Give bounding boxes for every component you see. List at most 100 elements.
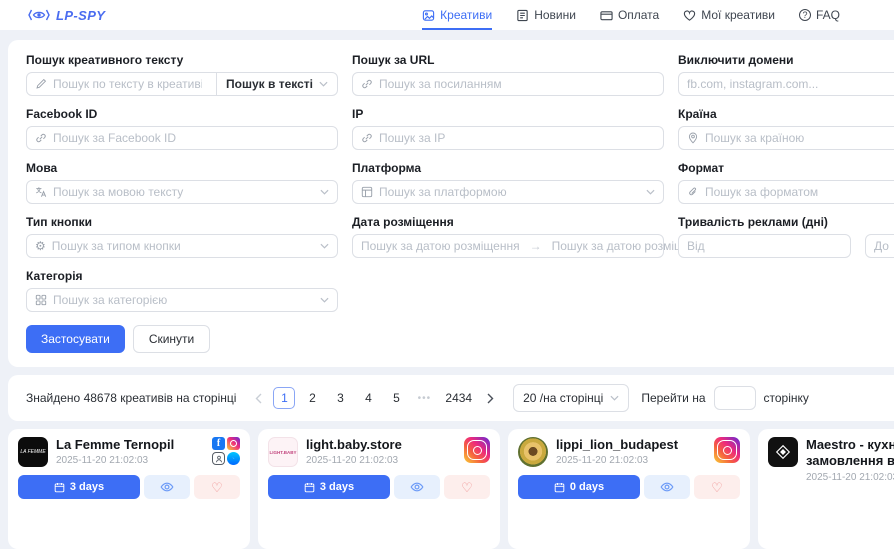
field-category: Категорія bbox=[26, 269, 338, 312]
category-input[interactable] bbox=[53, 293, 314, 307]
placement-date-range[interactable]: Пошук за датою розміщення → Пошук за дат… bbox=[352, 234, 664, 258]
heart-icon: ♡ bbox=[211, 481, 223, 494]
page-number-2434[interactable]: 2434 bbox=[441, 387, 476, 409]
views-button[interactable] bbox=[144, 475, 190, 499]
format-input[interactable] bbox=[705, 185, 894, 199]
grid-icon bbox=[35, 294, 47, 306]
days-button[interactable]: 0 days bbox=[518, 475, 640, 499]
reset-button[interactable]: Скинути bbox=[133, 325, 210, 353]
duration-to-input[interactable] bbox=[874, 239, 894, 253]
platform-input[interactable] bbox=[379, 185, 640, 199]
chevron-down-icon bbox=[320, 297, 329, 303]
date-from-placeholder[interactable]: Пошук за датою розміщення bbox=[361, 239, 520, 253]
button-type-input[interactable] bbox=[52, 239, 314, 253]
card-date: 2025-11-20 21:02:03 bbox=[56, 455, 204, 466]
exclude-domains-input[interactable] bbox=[687, 77, 894, 91]
text-search-mode-select[interactable]: Пошук в тексті bbox=[216, 73, 337, 95]
chevron-down-icon bbox=[319, 81, 328, 87]
link-icon bbox=[361, 78, 373, 90]
favorite-button[interactable]: ♡ bbox=[694, 475, 740, 499]
language-select[interactable] bbox=[26, 180, 338, 204]
button-type-select[interactable]: ⚙ bbox=[26, 234, 338, 258]
format-select[interactable] bbox=[678, 180, 894, 204]
nav-tab-my-creatives[interactable]: Мої креативи bbox=[683, 0, 775, 30]
top-bar: LP-SPY Креативи Новини Оплата Мої креати… bbox=[0, 0, 894, 30]
link-icon bbox=[361, 132, 373, 144]
chevron-down-icon bbox=[646, 189, 655, 195]
calendar-icon bbox=[554, 482, 565, 493]
favorite-button[interactable]: ♡ bbox=[194, 475, 240, 499]
nav-tab-payment[interactable]: Оплата bbox=[600, 0, 659, 30]
favorite-button[interactable]: ♡ bbox=[444, 475, 490, 499]
creative-card[interactable]: LA FEMME La Femme Ternopil 2025-11-20 21… bbox=[8, 429, 250, 549]
filter-panel: Пошук креативного тексту Пошук в тексті … bbox=[8, 40, 894, 367]
goto-page-input[interactable] bbox=[714, 386, 756, 410]
card-title: Maestro - кухні, меблі на замовлення в У… bbox=[806, 437, 894, 470]
creative-text-input[interactable] bbox=[53, 77, 202, 91]
language-input[interactable] bbox=[53, 185, 314, 199]
creative-card[interactable]: Maestro - кухні, меблі на замовлення в У… bbox=[758, 429, 894, 549]
goto-suffix-label: сторінку bbox=[764, 391, 809, 405]
gear-icon: ⚙ bbox=[35, 240, 46, 252]
instagram-icon bbox=[714, 437, 740, 463]
heart-icon: ♡ bbox=[461, 481, 473, 494]
page-number-4[interactable]: 4 bbox=[357, 387, 379, 409]
apply-button[interactable]: Застосувати bbox=[26, 325, 125, 353]
pin-icon bbox=[687, 132, 699, 144]
avatar: LIGHT.BABY bbox=[268, 437, 298, 467]
facebook-id-input[interactable] bbox=[53, 131, 329, 145]
page-number-2[interactable]: 2 bbox=[301, 387, 323, 409]
nav-tab-news[interactable]: Новини bbox=[516, 0, 576, 30]
arrow-right-icon: → bbox=[530, 239, 542, 253]
logo-text: LP-SPY bbox=[56, 8, 105, 23]
paperclip-icon bbox=[687, 186, 699, 198]
platform-icons bbox=[464, 437, 490, 463]
field-country: Країна bbox=[678, 107, 894, 150]
field-platform: Платформа bbox=[352, 161, 664, 204]
next-page-button[interactable] bbox=[486, 387, 495, 409]
card-title: light.baby.store bbox=[306, 437, 456, 453]
page-ellipsis: ••• bbox=[413, 387, 435, 409]
pencil-icon bbox=[35, 78, 47, 90]
nav-tab-creatives[interactable]: Креативи bbox=[422, 0, 492, 30]
eye-icon bbox=[660, 480, 674, 494]
platform-select[interactable] bbox=[352, 180, 664, 204]
avatar bbox=[518, 437, 548, 467]
eye-icon bbox=[160, 480, 174, 494]
views-button[interactable] bbox=[394, 475, 440, 499]
card-date: 2025-11-20 21:02:03 bbox=[556, 455, 706, 466]
field-placement-date: Дата розміщення Пошук за датою розміщенн… bbox=[352, 215, 664, 258]
instagram-icon bbox=[464, 437, 490, 463]
creative-card[interactable]: lippi_lion_budapest 2025-11-20 21:02:03 … bbox=[508, 429, 750, 549]
logo[interactable]: LP-SPY bbox=[28, 8, 105, 23]
page-size-select[interactable]: 20 /на сторінці bbox=[513, 384, 629, 412]
days-button[interactable]: 3 days bbox=[18, 475, 140, 499]
news-icon bbox=[516, 9, 529, 22]
chevron-left-icon bbox=[255, 393, 262, 404]
diamond-icon bbox=[775, 444, 791, 460]
duration-from-input[interactable] bbox=[687, 239, 842, 253]
page-numbers: 12345 ••• 2434 bbox=[273, 387, 476, 409]
chevron-down-icon bbox=[610, 395, 619, 401]
page-number-3[interactable]: 3 bbox=[329, 387, 351, 409]
avatar bbox=[768, 437, 798, 467]
views-button[interactable] bbox=[644, 475, 690, 499]
field-language: Мова bbox=[26, 161, 338, 204]
page-number-1[interactable]: 1 bbox=[273, 387, 295, 409]
country-input[interactable] bbox=[705, 131, 894, 145]
url-input[interactable] bbox=[379, 77, 655, 91]
field-facebook-id: Facebook ID bbox=[26, 107, 338, 150]
field-button-type: Тип кнопки ⚙ bbox=[26, 215, 338, 258]
heart-icon bbox=[683, 9, 696, 22]
creative-card[interactable]: LIGHT.BABY light.baby.store 2025-11-20 2… bbox=[258, 429, 500, 549]
field-duration: Тривалість реклами (дні) bbox=[678, 215, 894, 258]
page-number-5[interactable]: 5 bbox=[385, 387, 407, 409]
calendar-icon bbox=[304, 482, 315, 493]
prev-page-button[interactable] bbox=[254, 387, 263, 409]
category-select[interactable] bbox=[26, 288, 338, 312]
avatar: LA FEMME bbox=[18, 437, 48, 467]
ip-input[interactable] bbox=[379, 131, 655, 145]
image-icon bbox=[422, 9, 435, 22]
days-button[interactable]: 3 days bbox=[268, 475, 390, 499]
nav-tab-faq[interactable]: ? FAQ bbox=[799, 0, 840, 30]
